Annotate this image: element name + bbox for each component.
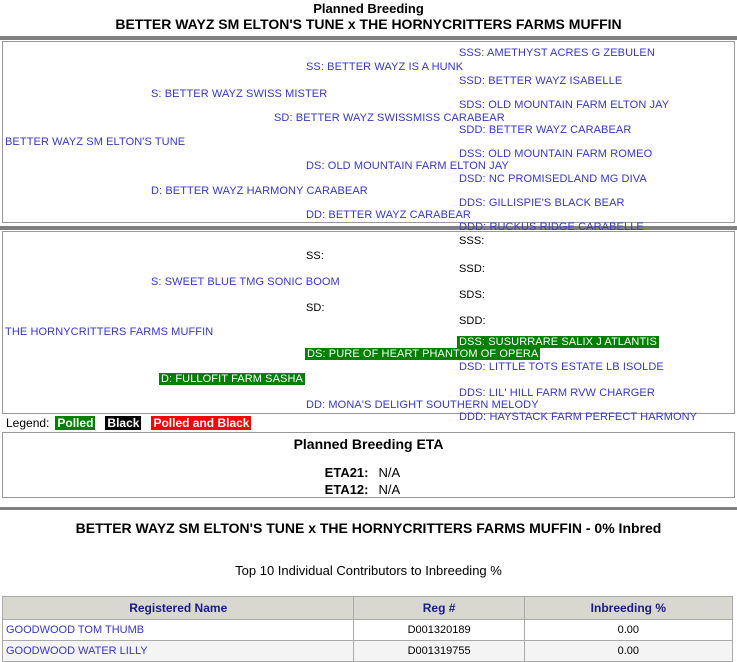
divider-bottom [0, 507, 737, 510]
pedigree-s[interactable]: S: SWEET BLUE TMG SONIC BOOM [151, 276, 340, 288]
eta-row: ETA21: N/A [3, 464, 734, 481]
legend-chip-black: Black [105, 416, 142, 430]
cell-registered-name[interactable]: GOODWOOD WATER LILLY [1, 640, 355, 662]
column-header-registered-name[interactable]: Registered Name [1, 596, 355, 620]
pedigree-sdd[interactable]: SDD: [459, 315, 486, 327]
pedigree-ds[interactable]: DS: OLD MOUNTAIN FARM ELTON JAY [306, 160, 509, 172]
eta-key: ETA12: [324, 482, 369, 497]
column-header-inbreeding-pct[interactable]: Inbreeding % [523, 596, 734, 620]
pedigree-dsd[interactable]: DSD: LITTLE TOTS ESTATE LB ISOLDE [459, 361, 664, 373]
pedigree-sss[interactable]: SSS: [459, 235, 484, 247]
eta-title: Planned Breeding ETA [293, 436, 444, 452]
pedigree-sd[interactable]: SD: BETTER WAYZ SWISSMISS CARABEAR [274, 112, 505, 124]
pedigree-panel-sire: SSS: AMETHYST ACRES G ZEBULEN SS: BETTER… [2, 41, 735, 233]
divider-top [0, 36, 737, 40]
pedigree-s[interactable]: S: BETTER WAYZ SWISS MISTER [151, 88, 327, 100]
page-subtitle: BETTER WAYZ SM ELTON'S TUNE x THE HORNYC… [115, 16, 622, 32]
pedigree-ddd[interactable]: DDD: HAYSTACK FARM PERFECT HARMONY [459, 411, 697, 423]
pedigree-dsd[interactable]: DSD: NC PROMISEDLAND MG DIVA [459, 173, 647, 185]
eta-panel: Planned Breeding ETA ETA21: N/A ETA12: N/A [2, 432, 735, 498]
eta-key: ETA21: [324, 465, 369, 480]
cell-reg-number: D001320189 [353, 619, 525, 641]
pedigree-ss[interactable]: SS: [306, 250, 324, 262]
pedigree-ss[interactable]: SS: BETTER WAYZ IS A HUNK [306, 61, 463, 73]
column-header-reg-number[interactable]: Reg # [353, 596, 525, 620]
pedigree-dss[interactable]: DSS: SUSURRARE SALIX J ATLANTIS [457, 336, 659, 348]
contributors-heading: Top 10 Individual Contributors to Inbree… [235, 563, 502, 578]
pedigree-dds[interactable]: DDS: GILLISPIE'S BLACK BEAR [459, 197, 625, 209]
page-title: Planned Breeding [313, 1, 424, 16]
pedigree-animal[interactable]: THE HORNYCRITTERS FARMS MUFFIN [5, 326, 213, 338]
pedigree-panel-dam: SSS: SS: SSD: S: SWEET BLUE TMG SONIC BO… [2, 231, 735, 423]
pedigree-d[interactable]: D: FULLOFIT FARM SASHA [159, 373, 305, 385]
pedigree-ssd[interactable]: SSD: [459, 263, 485, 275]
pedigree-animal[interactable]: BETTER WAYZ SM ELTON'S TUNE [5, 136, 185, 148]
table-row: GOODWOOD WATER LILLY D001319755 0.00 [1, 640, 734, 662]
legend-chip-polled: Polled [55, 416, 96, 430]
cell-reg-number: D001319755 [353, 640, 525, 662]
pedigree-dd[interactable]: DD: BETTER WAYZ CARABEAR [306, 209, 471, 221]
cell-registered-name[interactable]: GOODWOOD TOM THUMB [1, 619, 355, 641]
eta-row: ETA12: N/A [3, 481, 734, 498]
eta-value: N/A [378, 465, 401, 480]
pedigree-sds[interactable]: SDS: OLD MOUNTAIN FARM ELTON JAY [459, 99, 669, 111]
inbreeding-summary-title: BETTER WAYZ SM ELTON'S TUNE x THE HORNYC… [75, 520, 662, 536]
pedigree-ssd[interactable]: SSD: BETTER WAYZ ISABELLE [459, 75, 622, 87]
cell-inbreeding-pct: 0.00 [523, 619, 734, 641]
table-row: GOODWOOD TOM THUMB D001320189 0.00 [1, 619, 734, 641]
pedigree-sss[interactable]: SSS: AMETHYST ACRES G ZEBULEN [459, 47, 655, 59]
legend-label: Legend: [6, 416, 50, 430]
pedigree-sdd[interactable]: SDD: BETTER WAYZ CARABEAR [459, 124, 631, 136]
pedigree-sds[interactable]: SDS: [459, 289, 485, 301]
pedigree-ds[interactable]: DS: PURE OF HEART PHANTOM OF OPERA [305, 348, 541, 360]
pedigree-dd[interactable]: DD: MONA'S DELIGHT SOUTHERN MELODY [306, 399, 539, 411]
table-header-row: Registered Name Reg # Inbreeding % [1, 596, 734, 620]
pedigree-d[interactable]: D: BETTER WAYZ HARMONY CARABEAR [151, 185, 368, 197]
pedigree-dds[interactable]: DDS: LIL' HILL FARM RVW CHARGER [459, 387, 655, 399]
contributors-table: Registered Name Reg # Inbreeding % GOODW… [1, 596, 734, 662]
pedigree-dss[interactable]: DSS: OLD MOUNTAIN FARM ROMEO [459, 148, 652, 160]
pedigree-sd[interactable]: SD: [306, 302, 325, 314]
eta-rows: ETA21: N/A ETA12: N/A [3, 464, 734, 498]
cell-inbreeding-pct: 0.00 [523, 640, 734, 662]
page-title-block: Planned Breeding BETTER WAYZ SM ELTON'S … [0, 0, 737, 33]
legend-chip-polled-and-black: Polled and Black [151, 416, 252, 430]
eta-value: N/A [378, 482, 401, 497]
